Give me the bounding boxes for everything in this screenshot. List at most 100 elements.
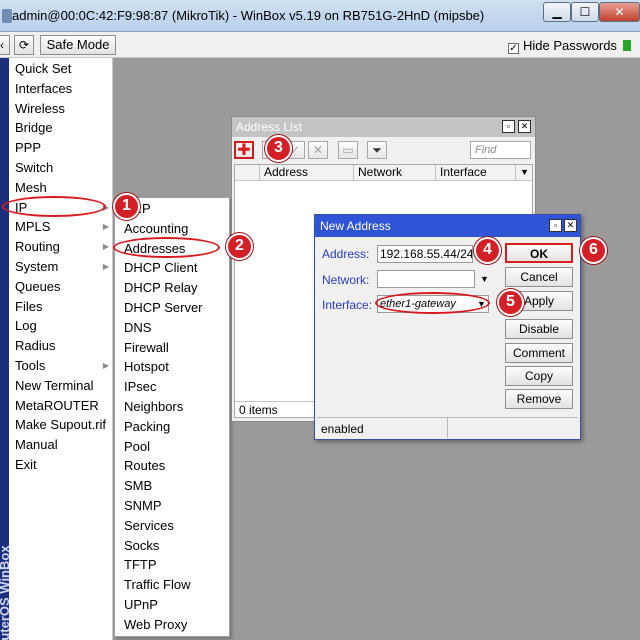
- menu-item-new-terminal[interactable]: New Terminal: [9, 376, 113, 396]
- menu-item-quick-set[interactable]: Quick Set: [9, 59, 113, 79]
- table-header: Address Network Interface ▼: [235, 165, 532, 181]
- menu-item-switch[interactable]: Switch: [9, 158, 113, 178]
- disable-button[interactable]: ✕: [308, 141, 328, 159]
- ip-submenu-item-packing[interactable]: Packing: [115, 417, 229, 437]
- step-marker-3: 3: [265, 135, 292, 162]
- filter-icon[interactable]: ⏷: [367, 141, 387, 159]
- comment-address-button[interactable]: Comment: [505, 343, 573, 363]
- menu-item-log[interactable]: Log: [9, 316, 113, 336]
- copy-button[interactable]: Copy: [505, 366, 573, 386]
- menu-item-radius[interactable]: Radius: [9, 336, 113, 356]
- ip-submenu-item-upnp[interactable]: UPnP: [115, 595, 229, 615]
- disable-address-button[interactable]: Disable: [505, 319, 573, 339]
- address-list-close-button[interactable]: ✕: [518, 120, 531, 133]
- ip-submenu-item-services[interactable]: Services: [115, 516, 229, 536]
- ip-submenu-item-dhcp-server[interactable]: DHCP Server: [115, 298, 229, 318]
- ip-submenu-item-web-proxy[interactable]: Web Proxy: [115, 615, 229, 635]
- address-field[interactable]: 192.168.55.44/24: [377, 245, 473, 263]
- network-label: Network:: [322, 273, 370, 287]
- ip-submenu-item-dhcp-relay[interactable]: DHCP Relay: [115, 278, 229, 298]
- ip-submenu-item-hotspot[interactable]: Hotspot: [115, 357, 229, 377]
- menu-item-interfaces[interactable]: Interfaces: [9, 79, 113, 99]
- app-icon: [2, 9, 12, 23]
- menu-item-label: Interfaces: [15, 80, 73, 96]
- column-interface[interactable]: Interface: [435, 165, 515, 181]
- minimize-button[interactable]: ▁: [543, 2, 571, 22]
- address-list-restore-button[interactable]: ▫: [502, 120, 515, 133]
- ip-submenu-item-smb[interactable]: SMB: [115, 476, 229, 496]
- status-text: enabled: [321, 422, 364, 436]
- addresses-highlight-ellipse: [113, 237, 220, 258]
- new-address-close-button[interactable]: ✕: [564, 219, 577, 232]
- brand-strip: RouterOS WinBox: [0, 58, 9, 640]
- menu-item-label: Wireless: [15, 100, 65, 116]
- ip-submenu-item-socks[interactable]: Socks: [115, 536, 229, 556]
- maximize-button[interactable]: ☐: [571, 2, 599, 22]
- column-network[interactable]: Network: [353, 165, 435, 181]
- status-divider: [447, 418, 448, 438]
- ok-button[interactable]: OK: [505, 243, 573, 263]
- hide-passwords-checkbox[interactable]: ✓: [508, 43, 519, 54]
- ip-submenu-item-routes[interactable]: Routes: [115, 456, 229, 476]
- menu-item-label: Exit: [15, 457, 37, 472]
- main-toolbar: ‹ ⟳ Safe Mode ✓ Hide Passwords: [0, 32, 640, 58]
- menu-item-mesh[interactable]: Mesh: [9, 178, 113, 198]
- menu-item-label: System: [15, 259, 59, 274]
- ip-submenu-item-firewall[interactable]: Firewall: [115, 338, 229, 358]
- ip-submenu-item-snmp[interactable]: SNMP: [115, 496, 229, 516]
- menu-item-label: Queues: [15, 278, 61, 294]
- menu-item-label: Make Supout.rif: [15, 417, 107, 433]
- window-titlebar: admin@00:0C:42:F9:98:87 (MikroTik) - Win…: [0, 0, 640, 32]
- close-window-button[interactable]: ✕: [599, 2, 640, 22]
- ip-submenu-item-dhcp-client[interactable]: DHCP Client: [115, 258, 229, 278]
- menu-item-files[interactable]: Files: [9, 297, 113, 317]
- menu-item-mpls[interactable]: MPLS ▶: [9, 217, 113, 237]
- menu-item-tools[interactable]: Tools ▶: [9, 356, 113, 376]
- step-marker-4: 4: [474, 237, 501, 264]
- ip-submenu-item-traffic-flow[interactable]: Traffic Flow: [115, 575, 229, 595]
- find-input[interactable]: Find: [470, 141, 531, 159]
- ip-submenu-item-ipsec[interactable]: IPsec: [115, 377, 229, 397]
- remove-address-button[interactable]: Remove: [505, 389, 573, 409]
- ip-submenu: ARPAccountingAddressesDHCP ClientDHCP Re…: [114, 197, 230, 637]
- menu-item-system[interactable]: System ▶: [9, 257, 113, 277]
- ip-submenu-item-pool[interactable]: Pool: [115, 437, 229, 457]
- hide-passwords-label: Hide Passwords: [523, 38, 617, 53]
- menu-item-bridge[interactable]: Bridge: [9, 118, 113, 138]
- add-address-button[interactable]: ✚: [234, 141, 254, 159]
- menu-item-label: MPLS: [15, 219, 51, 235]
- status-bar: enabled: [317, 417, 578, 438]
- safe-mode-button[interactable]: Safe Mode: [40, 35, 116, 55]
- step-marker-6: 6: [580, 237, 607, 264]
- menu-item-label: Files: [15, 298, 43, 314]
- menu-item-exit[interactable]: Exit: [9, 455, 113, 475]
- hide-passwords-toggle[interactable]: ✓ Hide Passwords: [508, 38, 617, 54]
- new-address-titlebar: New Address ▫ ✕: [315, 215, 580, 237]
- network-field[interactable]: [377, 270, 475, 288]
- ip-submenu-item-neighbors[interactable]: Neighbors: [115, 397, 229, 417]
- address-label: Address:: [322, 247, 370, 261]
- interface-highlight-ellipse: [375, 292, 490, 314]
- back-button[interactable]: ‹: [0, 35, 10, 55]
- ip-submenu-item-accounting[interactable]: Accounting: [115, 219, 229, 239]
- menu-item-ppp[interactable]: PPP: [9, 138, 113, 158]
- column-address[interactable]: Address: [259, 165, 353, 181]
- ip-submenu-item-dns[interactable]: DNS: [115, 318, 229, 338]
- menu-item-routing[interactable]: Routing ▶: [9, 237, 113, 257]
- ip-submenu-item-tftp[interactable]: TFTP: [115, 555, 229, 575]
- menu-item-wireless[interactable]: Wireless: [9, 99, 113, 119]
- redo-icon[interactable]: ⟳: [14, 35, 34, 55]
- cancel-button[interactable]: Cancel: [505, 267, 573, 287]
- new-address-dialog: New Address ▫ ✕ Address: 192.168.55.44/2…: [314, 214, 581, 440]
- menu-item-make-supout-rif[interactable]: Make Supout.rif: [9, 415, 113, 435]
- network-dropdown-icon[interactable]: ▼: [480, 274, 489, 284]
- menu-item-queues[interactable]: Queues: [9, 277, 113, 297]
- submenu-arrow-icon: ▶: [102, 242, 109, 252]
- menu-item-metarouter[interactable]: MetaROUTER: [9, 396, 113, 416]
- column-menu-icon[interactable]: ▼: [515, 165, 532, 181]
- new-address-restore-button[interactable]: ▫: [549, 219, 562, 232]
- comment-button[interactable]: ▭: [338, 141, 358, 159]
- menu-item-manual[interactable]: Manual: [9, 435, 113, 455]
- menu-item-label: PPP: [15, 140, 42, 156]
- new-address-title: New Address: [320, 219, 391, 233]
